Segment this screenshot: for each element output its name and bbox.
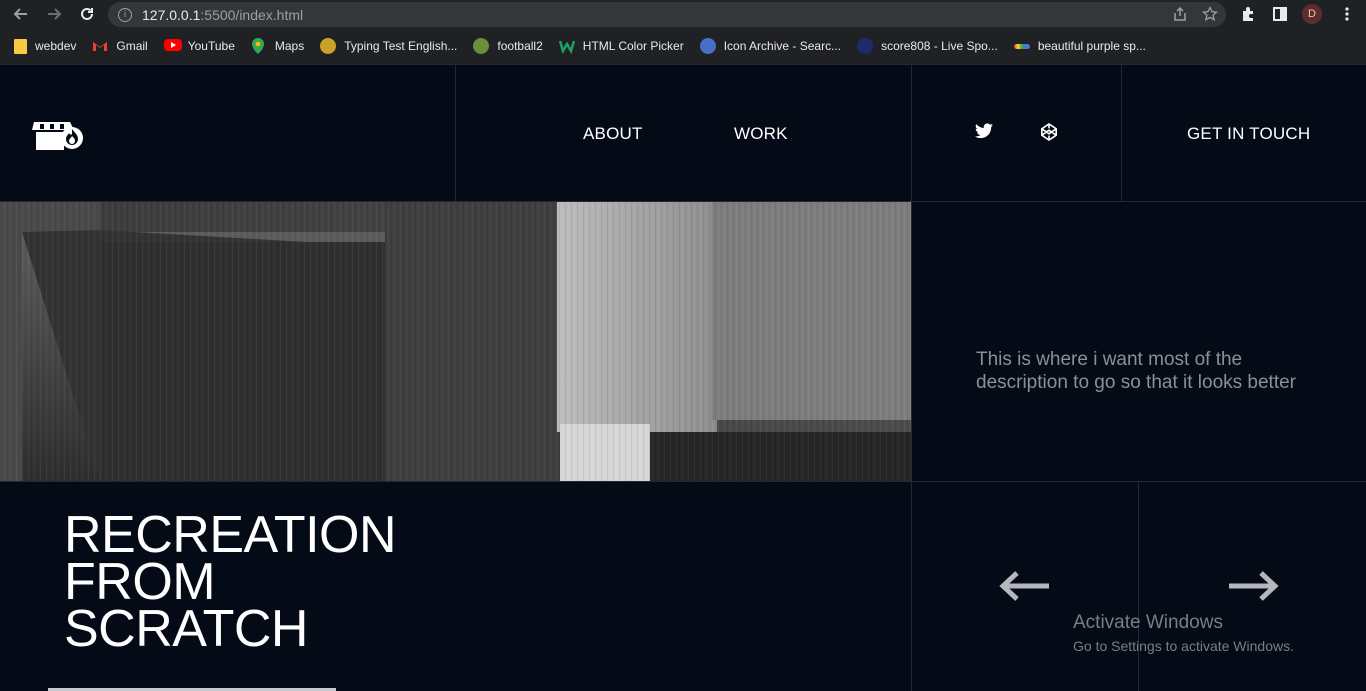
- grid-line: [0, 481, 1366, 482]
- url-host: 127.0.0.1: [142, 6, 201, 23]
- address-bar[interactable]: i 127.0.0.1:5500/index.html: [108, 2, 1226, 27]
- youtube-icon: [163, 38, 182, 54]
- watermark-title: Activate Windows: [1073, 612, 1223, 633]
- bookmark-purple[interactable]: beautiful purple sp...: [1013, 39, 1146, 53]
- bookmark-html-color-picker[interactable]: HTML Color Picker: [558, 38, 684, 55]
- maps-icon: [251, 38, 267, 54]
- back-icon[interactable]: [10, 3, 32, 25]
- bookmark-webdev[interactable]: webdev: [14, 38, 76, 54]
- arrow-right-icon[interactable]: [1227, 569, 1279, 603]
- hero-image: [0, 202, 911, 481]
- url-path: :5500/index.html: [200, 6, 304, 23]
- football-icon: [473, 38, 490, 54]
- folder-icon: [14, 38, 27, 54]
- hero-title-line: FROM: [64, 553, 216, 611]
- profile-avatar[interactable]: D: [1302, 4, 1322, 24]
- watermark-subtitle: Go to Settings to activate Windows.: [1073, 638, 1294, 654]
- grid-line: [1138, 481, 1139, 691]
- reload-icon[interactable]: [76, 3, 98, 25]
- site-info-icon[interactable]: i: [118, 7, 132, 22]
- get-in-touch-link[interactable]: GET IN TOUCH: [1187, 124, 1310, 144]
- bookmark-star-icon[interactable]: [1201, 5, 1219, 25]
- bookmark-score808[interactable]: score808 - Live Spo...: [857, 38, 998, 54]
- bookmark-football2[interactable]: football2: [473, 38, 543, 54]
- gmail-icon: [92, 38, 108, 54]
- codepen-icon[interactable]: [1040, 123, 1058, 141]
- bookmark-maps[interactable]: Maps: [251, 38, 304, 54]
- palette-icon: [1013, 43, 1030, 49]
- bookmark-typing-test[interactable]: Typing Test English...: [320, 38, 457, 54]
- grid-line: [455, 64, 456, 202]
- extensions-icon[interactable]: [1240, 6, 1256, 27]
- grid-line: [911, 64, 912, 691]
- windows-activation-watermark: Activate Windows Go to Settings to activ…: [1073, 612, 1294, 654]
- grid-line: [0, 64, 1366, 65]
- share-icon[interactable]: [1172, 6, 1188, 25]
- side-panel-icon[interactable]: [1272, 6, 1288, 27]
- bookmarks-bar: webdev Gmail YouTube Maps Typing Test En…: [0, 31, 1366, 61]
- bookmark-gmail[interactable]: Gmail: [92, 38, 148, 54]
- web-page: ABOUT WORK GET IN TOUCH This is where i …: [0, 64, 1366, 691]
- bookmark-icon-archive[interactable]: Icon Archive - Searc...: [699, 38, 841, 54]
- menu-kebab-icon[interactable]: [1344, 6, 1350, 27]
- live-icon: [857, 38, 874, 54]
- site-logo[interactable]: [32, 114, 84, 152]
- color-picker-icon: [558, 38, 575, 55]
- arrow-left-icon[interactable]: [999, 569, 1051, 603]
- hero-title-line: SCRATCH: [64, 600, 308, 658]
- forward-icon[interactable]: [43, 3, 65, 25]
- bookmark-youtube[interactable]: YouTube: [163, 38, 235, 54]
- hero-title-line: RECREATION: [64, 506, 397, 564]
- grid-line: [1121, 64, 1122, 202]
- nav-work[interactable]: WORK: [734, 124, 788, 144]
- typing-icon: [320, 38, 337, 54]
- browser-chrome: i 127.0.0.1:5500/index.html D webdev Gma…: [0, 0, 1366, 64]
- hero-title: RECREATION FROM SCRATCH: [64, 506, 397, 658]
- nav-about[interactable]: ABOUT: [583, 124, 643, 144]
- twitter-icon[interactable]: [975, 123, 993, 141]
- star-icon: [699, 38, 716, 54]
- hero-description: This is where i want most of the descrip…: [976, 349, 1297, 393]
